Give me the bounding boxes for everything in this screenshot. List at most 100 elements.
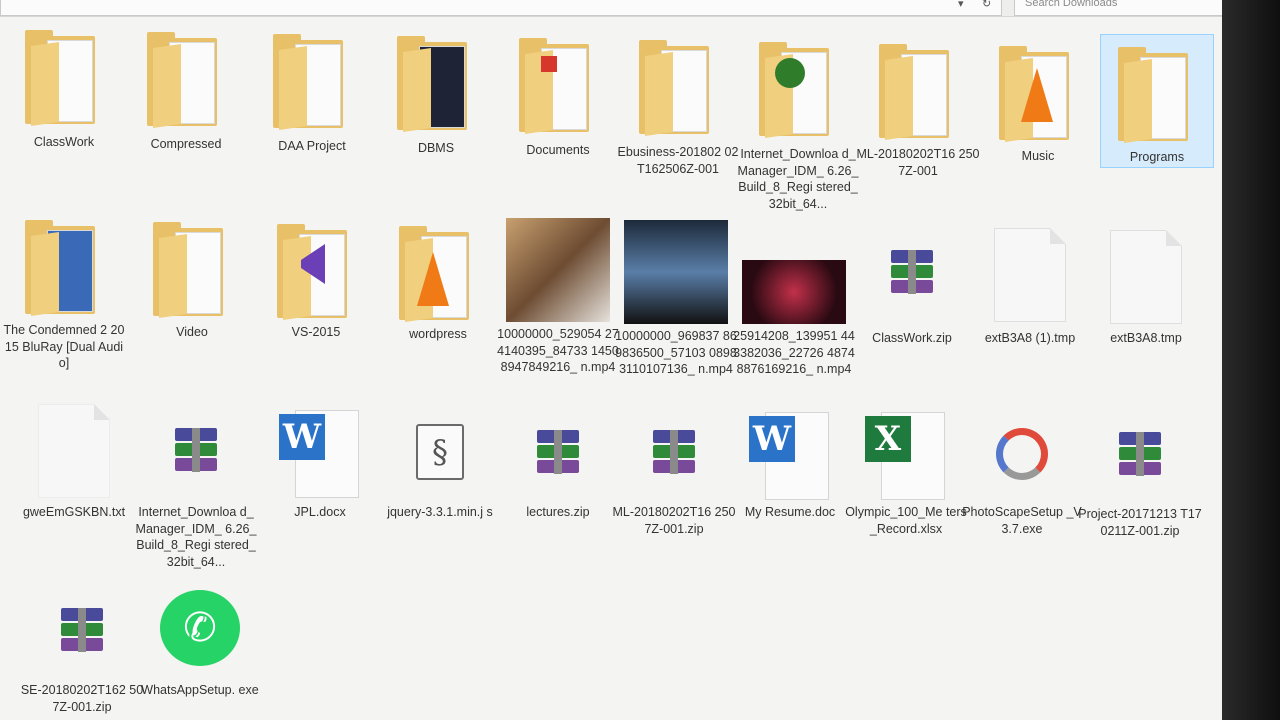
blank-file-icon — [1110, 230, 1182, 324]
file-label: Video — [176, 325, 208, 339]
file-item-lectures[interactable]: lectures.zip — [502, 400, 614, 570]
file-item-idm-folder[interactable]: Internet_Downloa d_Manager_IDM_ 6.26_Bui… — [738, 26, 858, 211]
excel-icon: X — [865, 412, 947, 500]
vlc-cone-icon — [417, 252, 449, 306]
file-label: DBMS — [417, 141, 455, 155]
script-file-icon: § — [416, 424, 464, 480]
file-item-documents[interactable]: Documents — [502, 26, 614, 196]
file-item-programs[interactable]: Programs — [1100, 34, 1214, 168]
file-label: My Resume.doc — [744, 505, 836, 519]
pdf-badge-icon — [541, 56, 557, 72]
search-input[interactable]: Search Downloads ⌕ — [1014, 0, 1222, 16]
video-thumbnail — [624, 220, 728, 324]
file-label: Programs — [1129, 150, 1185, 164]
file-item-wordpress[interactable]: wordpress — [382, 216, 494, 386]
file-item-txt[interactable]: gweEmGSKBN.txt — [18, 400, 130, 570]
file-label: Project-20171213 T170211Z-001.zip — [1078, 507, 1202, 538]
address-bar[interactable] — [0, 0, 1002, 16]
file-label: 10000000_969837 869836500_57103 08983110… — [615, 329, 737, 376]
winrar-icon — [649, 430, 699, 474]
file-item-compressed[interactable]: Compressed — [130, 26, 242, 196]
file-label: gweEmGSKBN.txt — [22, 505, 126, 519]
file-label: JPL.docx — [294, 505, 346, 519]
search-placeholder: Search Downloads — [1025, 0, 1118, 9]
file-item-video[interactable]: Video — [136, 216, 248, 386]
file-item-mp4-3[interactable]: 25914208_139951 443382036_22726 48748876… — [733, 216, 855, 386]
folder-icon — [147, 32, 225, 128]
whatsapp-icon: ✆ — [160, 590, 240, 666]
text-file-icon — [38, 404, 110, 498]
file-label: Olympic_100_Me ters_Record.xlsx — [845, 505, 967, 536]
file-item-olympic[interactable]: X Olympic_100_Me ters_Record.xlsx — [845, 400, 967, 570]
file-item-tmp2[interactable]: extB3A8.tmp — [1090, 216, 1202, 386]
file-item-dbms[interactable]: DBMS — [380, 26, 492, 196]
file-item-daa-project[interactable]: DAA Project — [256, 26, 368, 196]
video-thumbnail — [742, 260, 846, 324]
file-label: ML-20180202T16 2507Z-001 — [856, 147, 980, 178]
file-item-jpl-docx[interactable]: W JPL.docx — [264, 400, 376, 570]
folder-icon — [25, 220, 103, 316]
file-item-idm-zip[interactable]: Internet_Downloa d_Manager_IDM_ 6.26_Bui… — [136, 400, 256, 570]
folder-icon — [397, 36, 475, 132]
file-label: jquery-3.3.1.min.j s — [387, 505, 493, 519]
file-label: ML-20180202T16 2507Z-001.zip — [612, 505, 736, 536]
file-label: extB3A8 (1).tmp — [984, 331, 1076, 345]
refresh-icon[interactable]: ↻ — [982, 0, 991, 10]
file-label: lectures.zip — [526, 505, 590, 519]
folder-icon — [999, 46, 1077, 142]
file-item-resume[interactable]: W My Resume.doc — [734, 400, 846, 570]
file-label: Compressed — [150, 137, 222, 151]
file-label: Internet_Downloa d_Manager_IDM_ 6.26_Bui… — [135, 505, 257, 569]
winrar-icon — [57, 608, 107, 652]
folder-icon — [759, 42, 837, 138]
folder-icon — [273, 34, 351, 130]
file-label: Ebusiness-201802 02T162506Z-001 — [617, 145, 739, 176]
winrar-icon — [171, 428, 221, 472]
vlc-cone-icon — [1021, 68, 1053, 122]
file-label: 10000000_529054 274140395_84733 14508947… — [497, 327, 619, 374]
file-item-mp4-2[interactable]: 10000000_969837 869836500_57103 08983110… — [615, 216, 737, 386]
file-item-classwork-zip[interactable]: ClassWork.zip — [856, 216, 968, 386]
file-label: WhatsAppSetup. exe — [141, 683, 259, 697]
file-item-project-zip[interactable]: Project-20171213 T170211Z-001.zip — [1078, 400, 1202, 570]
winrar-icon — [533, 430, 583, 474]
file-item-tmp1[interactable]: extB3A8 (1).tmp — [974, 216, 1086, 386]
file-item-ml-zip[interactable]: ML-20180202T16 2507Z-001.zip — [612, 400, 736, 570]
file-label: DAA Project — [278, 139, 346, 153]
file-label: SE-20180202T162 507Z-001.zip — [20, 683, 144, 714]
file-item-jquery[interactable]: § jquery-3.3.1.min.j s — [384, 400, 496, 570]
file-label: wordpress — [409, 327, 467, 341]
file-label: The Condemned 2 2015 BluRay [Dual Audio] — [3, 323, 125, 370]
monitor-bezel — [1222, 0, 1280, 720]
video-thumbnail — [506, 218, 610, 322]
file-item-classwork[interactable]: ClassWork — [8, 26, 120, 196]
toolbar: ▾ ↻ Search Downloads ⌕ — [0, 0, 1222, 17]
file-label: extB3A8.tmp — [1110, 331, 1182, 345]
file-label: Documents — [526, 143, 590, 157]
chevron-down-icon[interactable]: ▾ — [958, 0, 964, 10]
folder-icon — [25, 30, 103, 126]
file-item-condemned[interactable]: The Condemned 2 2015 BluRay [Dual Audio] — [4, 216, 124, 386]
skull-badge-icon — [775, 58, 805, 88]
file-item-mp4-1[interactable]: 10000000_529054 274140395_84733 14508947… — [497, 216, 619, 386]
word-doc-icon: W — [279, 410, 361, 498]
file-label: Music — [1021, 149, 1055, 163]
file-item-ml-folder[interactable]: ML-20180202T16 2507Z-001 — [856, 26, 980, 196]
blank-file-icon — [994, 228, 1066, 322]
file-item-se-zip[interactable]: SE-20180202T162 507Z-001.zip — [21, 586, 143, 716]
file-item-photoscape[interactable]: PhotoScapeSetup _V3.7.exe — [962, 400, 1082, 570]
file-item-vs2015[interactable]: VS-2015 — [260, 216, 372, 386]
explorer-window: ▾ ↻ Search Downloads ⌕ ClassWork Compres… — [0, 0, 1222, 720]
winrar-icon — [1115, 432, 1165, 476]
word-doc-icon: W — [749, 412, 831, 500]
file-label: Internet_Downloa d_Manager_IDM_ 6.26_Bui… — [737, 147, 859, 211]
folder-icon — [153, 222, 231, 318]
folder-icon — [519, 38, 597, 134]
file-label: ClassWork.zip — [872, 331, 952, 345]
file-item-music[interactable]: Music — [982, 26, 1094, 196]
folder-icon — [399, 226, 477, 322]
file-item-ebusiness[interactable]: Ebusiness-201802 02T162506Z-001 — [618, 26, 738, 196]
file-item-whatsapp[interactable]: ✆ WhatsAppSetup. exe — [141, 586, 259, 716]
winrar-icon — [887, 250, 937, 294]
folder-icon — [277, 224, 355, 320]
